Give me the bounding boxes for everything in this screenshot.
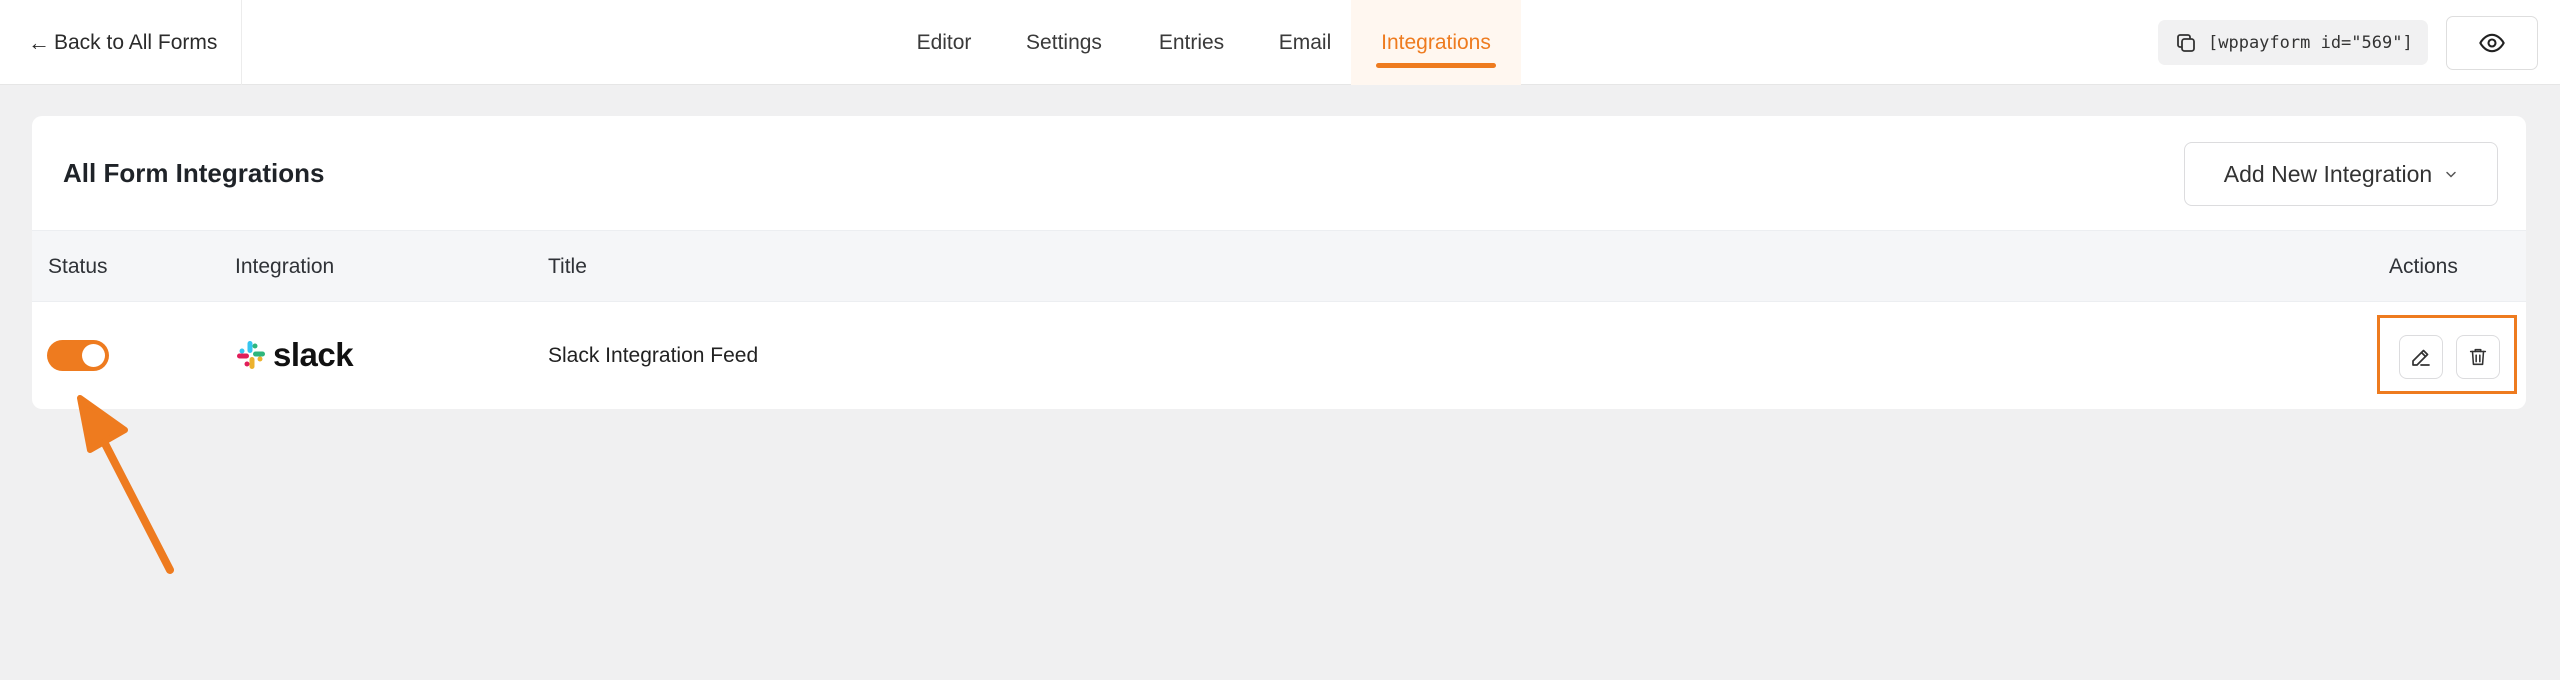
page-title: All Form Integrations — [63, 158, 325, 188]
tab-editor[interactable]: Editor — [903, 0, 985, 85]
edit-icon — [2412, 349, 2430, 366]
column-header-actions: Actions — [2389, 255, 2458, 278]
delete-button[interactable] — [2456, 335, 2500, 379]
tab-settings[interactable]: Settings — [1014, 0, 1114, 85]
chevron-down-icon — [2446, 171, 2456, 178]
edit-button[interactable] — [2399, 335, 2443, 379]
preview-form-button[interactable] — [2446, 16, 2538, 70]
column-header-title: Title — [548, 255, 587, 278]
integration-title: Slack Integration Feed — [548, 343, 759, 367]
shortcode-copy-button[interactable]: [wppayform id="569"] — [2158, 20, 2428, 65]
table-header: Status Integration Title Actions — [32, 230, 2526, 302]
tab-entries[interactable]: Entries — [1144, 0, 1239, 85]
column-header-status: Status — [48, 255, 108, 278]
tab-integrations[interactable]: Integrations — [1351, 0, 1521, 85]
tab-email[interactable]: Email — [1268, 0, 1342, 85]
slack-logo-text: slack — [273, 336, 354, 373]
trash-icon — [2469, 348, 2487, 366]
toggle-knob — [82, 344, 105, 367]
copy-icon — [2177, 33, 2195, 52]
top-navigation-bar: ← Back to All Forms Editor Settings Entr… — [0, 0, 2560, 85]
table-row: slack Slack Integration Feed — [32, 302, 2526, 409]
slack-icon — [237, 341, 265, 369]
eye-icon — [2479, 33, 2505, 53]
shortcode-text: [wppayform id="569"] — [2208, 32, 2413, 53]
integrations-card: All Form Integrations Add New Integratio… — [32, 116, 2526, 409]
slack-logo: slack — [235, 336, 354, 374]
add-new-integration-button[interactable]: Add New Integration — [2184, 142, 2498, 206]
status-toggle[interactable] — [47, 340, 109, 371]
add-integration-label: Add New Integration — [2223, 160, 2433, 187]
column-header-integration: Integration — [235, 255, 335, 278]
